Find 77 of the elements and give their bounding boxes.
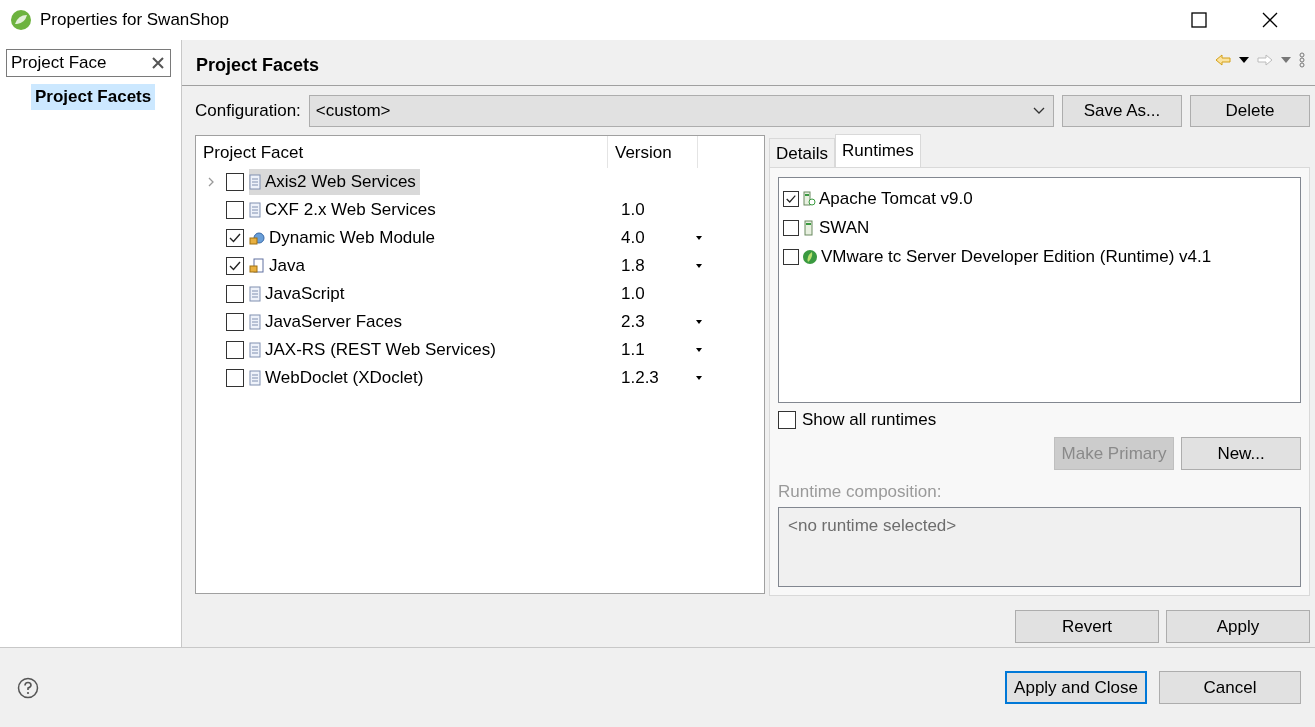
checkbox[interactable] bbox=[226, 173, 244, 191]
file-lock-icon bbox=[249, 258, 265, 274]
facet-name[interactable]: Dynamic Web Module bbox=[269, 228, 435, 248]
dialog-button[interactable]: Cancel bbox=[1159, 671, 1301, 704]
window-title: Properties for SwanShop bbox=[40, 10, 229, 30]
dropdown-caret-icon[interactable] bbox=[696, 348, 702, 352]
runtime-button[interactable]: New... bbox=[1181, 437, 1301, 470]
column-header[interactable]: Version bbox=[608, 136, 698, 168]
check-icon bbox=[228, 231, 242, 245]
dropdown-caret-icon[interactable] bbox=[696, 320, 702, 324]
facet-name[interactable]: JAX-RS (REST Web Services) bbox=[265, 340, 496, 360]
page-button[interactable]: Revert bbox=[1015, 610, 1159, 643]
document-icon bbox=[249, 286, 261, 302]
checkbox[interactable] bbox=[783, 248, 799, 265]
document-icon bbox=[249, 342, 261, 358]
tab[interactable]: Runtimes bbox=[834, 134, 921, 167]
checkbox[interactable] bbox=[226, 201, 244, 219]
checkbox[interactable] bbox=[783, 219, 799, 236]
document-icon bbox=[249, 370, 261, 386]
configuration-label: Configuration: bbox=[195, 101, 301, 121]
dropdown-caret-icon[interactable] bbox=[696, 264, 702, 268]
facet-version: 1.0 bbox=[621, 284, 645, 303]
facet-name[interactable]: CXF 2.x Web Services bbox=[265, 200, 436, 220]
facet-name[interactable]: WebDoclet (XDoclet) bbox=[265, 368, 424, 388]
facet-version: 1.0 bbox=[621, 200, 645, 219]
chevron-down-icon bbox=[1033, 107, 1045, 115]
filter-field[interactable]: Project Face bbox=[6, 49, 171, 77]
check-icon bbox=[228, 259, 242, 273]
facet-name[interactable]: Java bbox=[269, 256, 305, 276]
runtime-name[interactable]: Apache Tomcat v9.0 bbox=[819, 188, 973, 209]
checkbox[interactable] bbox=[226, 229, 244, 247]
runtime-composition-label: Runtime composition: bbox=[778, 482, 943, 502]
document-icon bbox=[249, 202, 261, 218]
more-icon[interactable] bbox=[1299, 52, 1305, 68]
checkbox[interactable] bbox=[226, 369, 244, 387]
document-icon bbox=[249, 174, 261, 190]
dropdown-caret-icon[interactable] bbox=[696, 376, 702, 380]
facet-name[interactable]: JavaServer Faces bbox=[265, 312, 402, 332]
column-header[interactable]: Project Facet bbox=[196, 136, 608, 168]
checkbox[interactable] bbox=[226, 341, 244, 359]
close-icon[interactable] bbox=[1262, 12, 1278, 28]
check-icon bbox=[785, 192, 797, 205]
dropdown-caret-icon[interactable] bbox=[1239, 57, 1249, 63]
facet-version: 1.1 bbox=[621, 340, 645, 359]
configuration-dropdown[interactable]: <custom> bbox=[308, 95, 1054, 127]
server-icon bbox=[802, 219, 816, 236]
facet-name[interactable]: JavaScript bbox=[265, 284, 345, 304]
facet-version: 1.8 bbox=[621, 256, 645, 275]
page-title: Project Facets bbox=[196, 55, 320, 76]
checkbox[interactable] bbox=[783, 190, 799, 207]
checkbox-label[interactable]: Show all runtimes bbox=[802, 410, 937, 430]
leaf-icon bbox=[802, 248, 818, 265]
help-icon[interactable] bbox=[17, 676, 39, 699]
runtime-composition-box: <no runtime selected> bbox=[778, 507, 1301, 587]
tab[interactable]: Details bbox=[769, 138, 835, 167]
checkbox[interactable] bbox=[778, 411, 796, 429]
configuration-button[interactable]: Save As... bbox=[1062, 95, 1182, 127]
facet-version: 1.2.3 bbox=[621, 368, 659, 387]
checkbox[interactable] bbox=[226, 313, 244, 331]
checkbox[interactable] bbox=[226, 285, 244, 303]
sidebar-item[interactable]: Project Facets bbox=[31, 84, 156, 110]
runtime-name[interactable]: SWAN bbox=[819, 217, 870, 238]
clear-icon[interactable] bbox=[152, 57, 164, 69]
leaf-logo-icon bbox=[10, 9, 32, 31]
server-icon bbox=[802, 190, 816, 207]
configuration-button[interactable]: Delete bbox=[1190, 95, 1310, 127]
dialog-button[interactable]: Apply and Close bbox=[1005, 671, 1147, 704]
page-button[interactable]: Apply bbox=[1166, 610, 1310, 643]
maximize-icon[interactable] bbox=[1191, 12, 1207, 28]
globe-lock-icon bbox=[249, 230, 265, 246]
document-icon bbox=[249, 314, 261, 330]
dropdown-caret-icon[interactable] bbox=[696, 236, 702, 240]
checkbox[interactable] bbox=[226, 257, 244, 275]
facet-version: 2.3 bbox=[621, 312, 645, 331]
facet-version: 4.0 bbox=[621, 228, 645, 247]
chevron-right-icon[interactable] bbox=[208, 177, 214, 187]
runtime-name[interactable]: VMware tc Server Developer Edition (Runtime) v4.1 bbox=[821, 246, 1212, 267]
